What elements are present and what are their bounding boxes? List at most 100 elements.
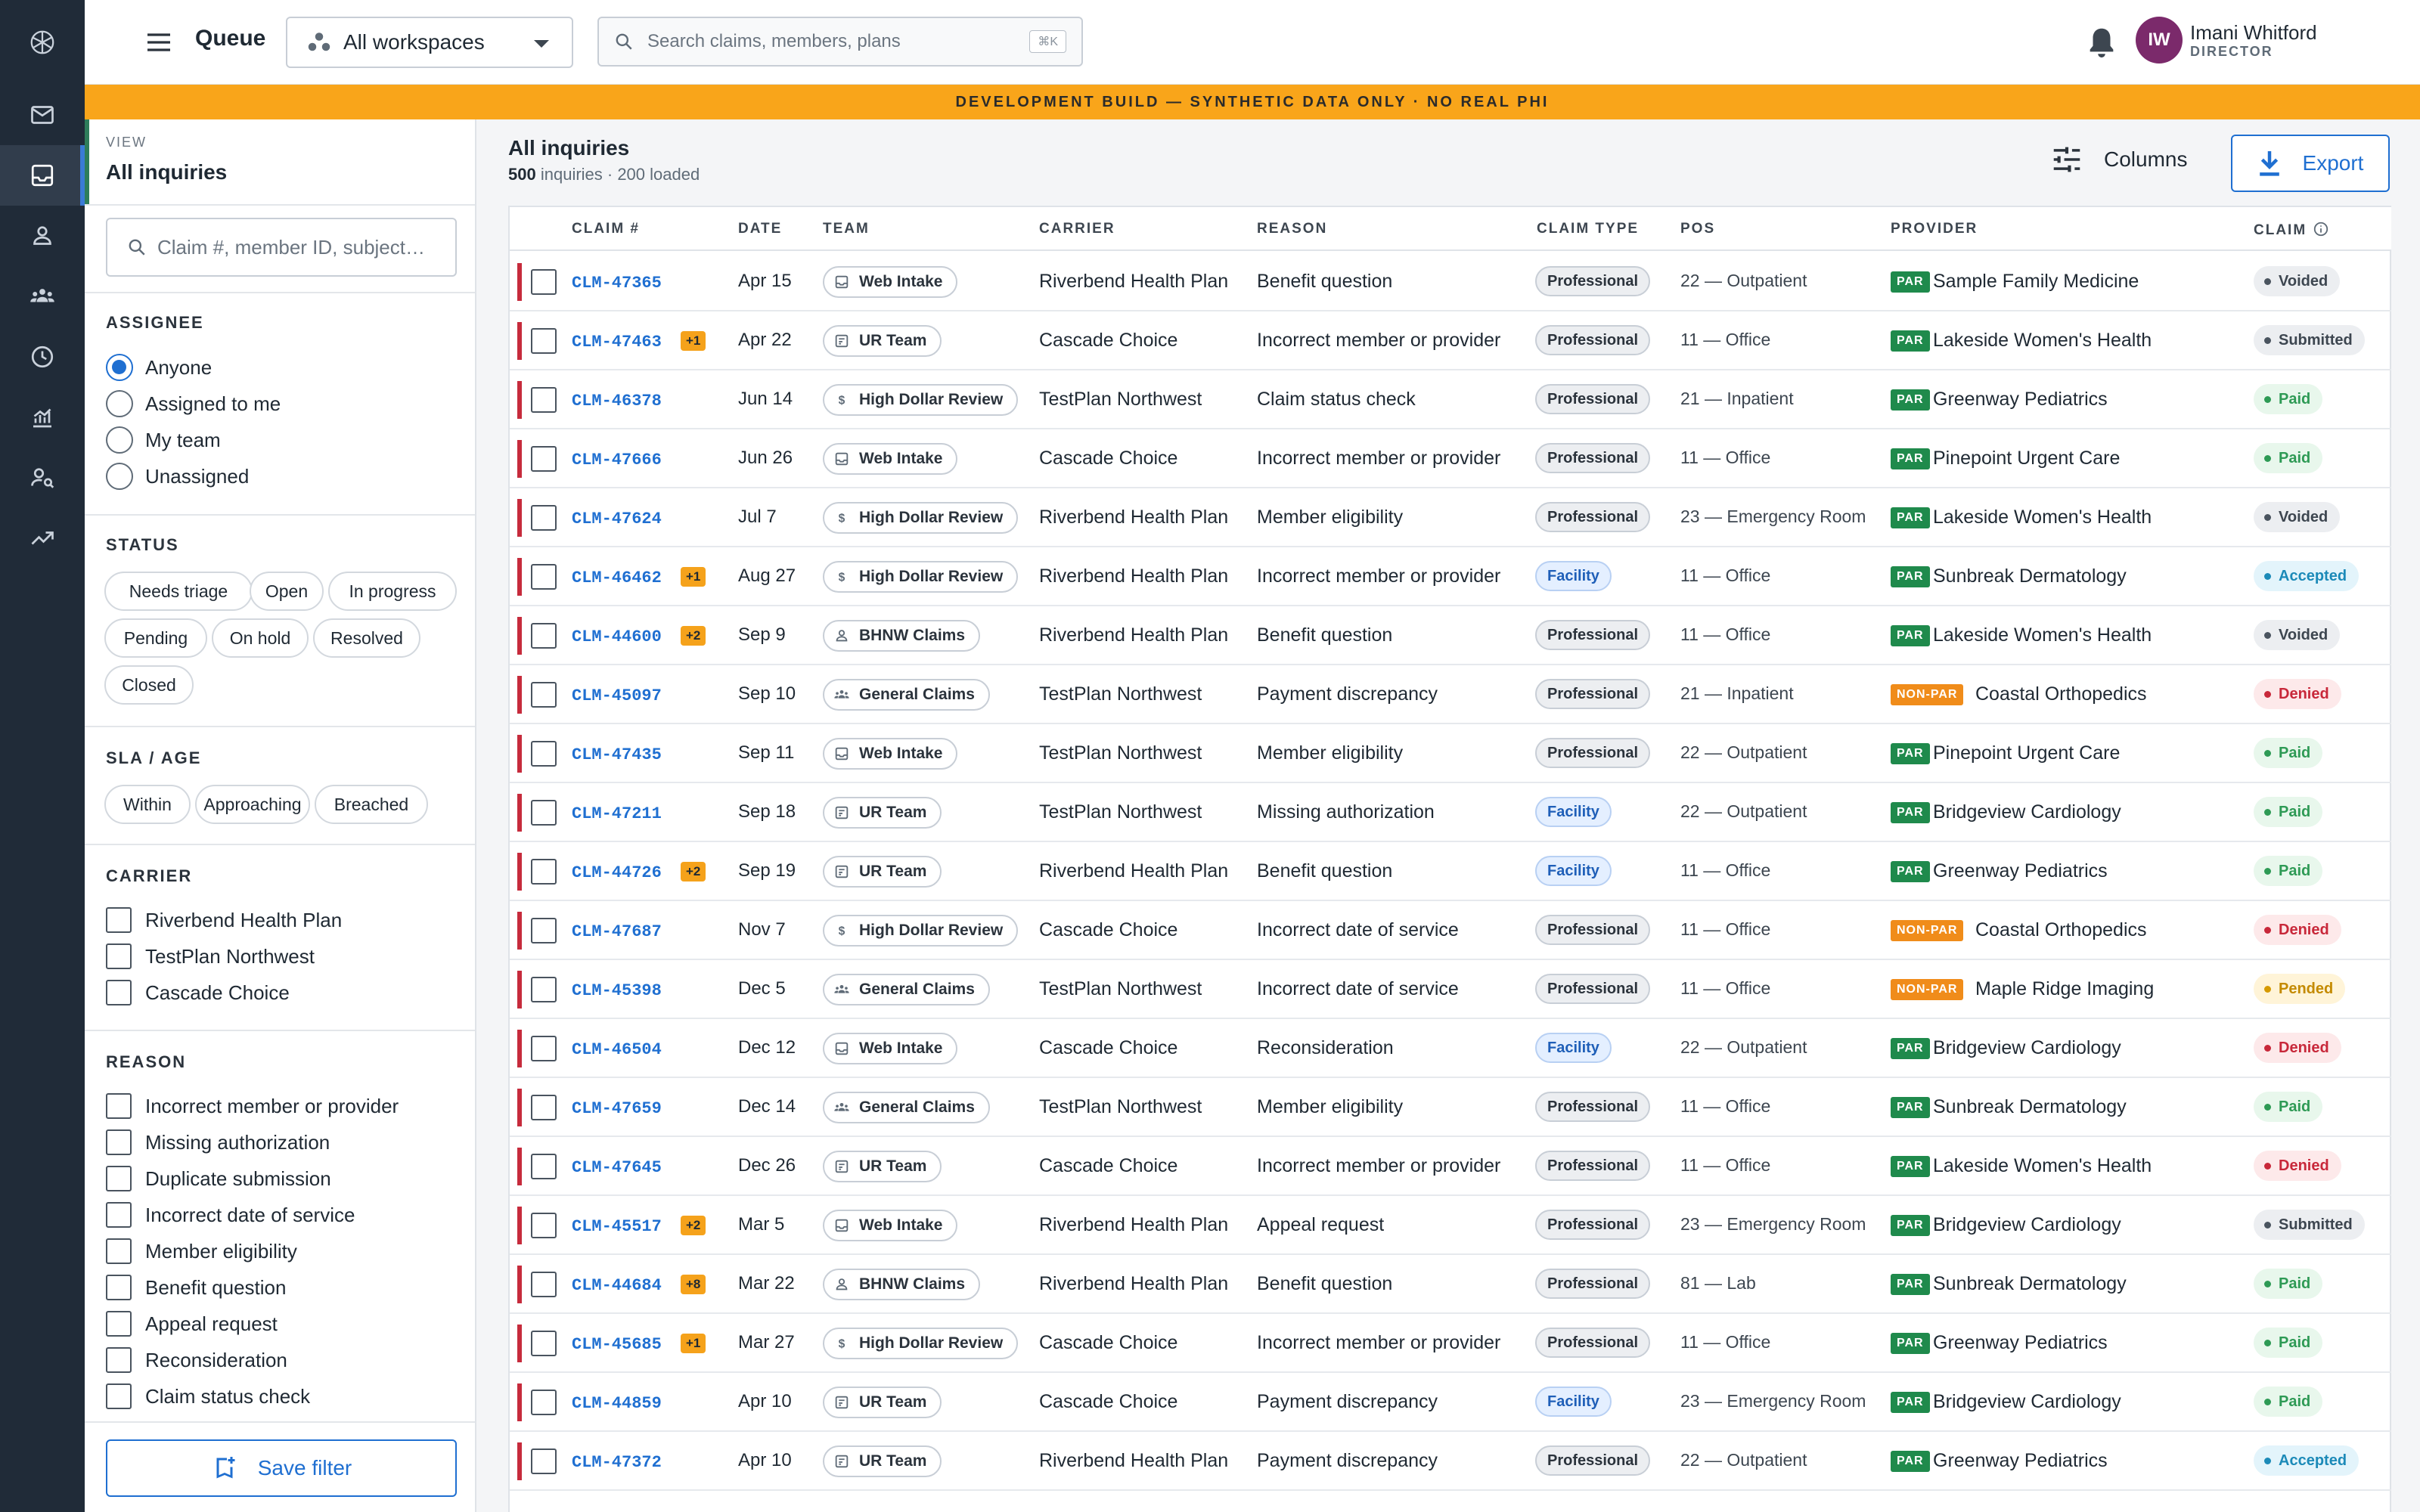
row-checkbox[interactable] — [531, 1154, 557, 1179]
row-checkbox[interactable] — [531, 1036, 557, 1061]
row-checkbox[interactable] — [531, 1213, 557, 1238]
reason-checkbox[interactable]: Missing authorization — [106, 1128, 330, 1157]
table-row[interactable]: CLM-47624 Jul 7 $ High Dollar Review Riverbe… — [510, 488, 2391, 547]
status-chip-closed[interactable]: Closed — [104, 665, 194, 705]
row-checkbox[interactable] — [531, 564, 557, 590]
claim-link[interactable]: CLM-47365 — [572, 274, 662, 293]
table-row[interactable]: CLM-45097 Sep 10 General Claims TestPlan No… — [510, 665, 2391, 724]
table-row[interactable]: CLM-47365 Apr 15 Web Intake Riverbend Healt… — [510, 253, 2391, 311]
reason-checkbox[interactable]: Member eligibility — [106, 1237, 297, 1266]
claim-link[interactable]: CLM-47435 — [572, 745, 662, 764]
notifications-bell-icon[interactable] — [2084, 23, 2119, 60]
row-checkbox[interactable] — [531, 1095, 557, 1120]
table-row[interactable]: CLM-45685 +1 Mar 27 $ High Dollar Review Casc… — [510, 1314, 2391, 1373]
claim-link[interactable]: CLM-46462 — [572, 569, 662, 587]
claim-link[interactable]: CLM-45517 — [572, 1217, 662, 1236]
column-header-date[interactable]: DATE — [738, 221, 782, 237]
claim-link[interactable]: CLM-45398 — [572, 981, 662, 1000]
table-row[interactable]: CLM-47211 Sep 18 UR Team TestPlan Northwest… — [510, 783, 2391, 842]
table-row[interactable]: CLM-46378 Jun 14 $ High Dollar Review TestPl… — [510, 370, 2391, 429]
assignee-radio-assigned-to-me[interactable]: Assigned to me — [106, 389, 281, 419]
assignee-radio-anyone[interactable]: Anyone — [106, 352, 212, 383]
table-row[interactable]: CLM-47463 +1 Apr 22 UR Team Cascade Choice In… — [510, 311, 2391, 370]
analytics-icon[interactable] — [0, 387, 85, 448]
status-chip-needs-triage[interactable]: Needs triage — [104, 572, 253, 611]
workspace-select[interactable]: All workspaces — [286, 17, 573, 68]
table-row[interactable]: CLM-47666 Jun 26 Web Intake Cascade Choice I… — [510, 429, 2391, 488]
table-row[interactable]: CLM-46462 +1 Aug 27 $ High Dollar Review Rive… — [510, 547, 2391, 606]
row-checkbox[interactable] — [531, 328, 557, 354]
current-view[interactable]: VIEW All inquiries — [85, 119, 475, 204]
claim-link[interactable]: CLM-45685 — [572, 1335, 662, 1354]
reason-checkbox[interactable]: Incorrect date of service — [106, 1201, 355, 1229]
row-checkbox[interactable] — [531, 977, 557, 1002]
row-checkbox[interactable] — [531, 859, 557, 885]
status-chip-resolved[interactable]: Resolved — [313, 618, 420, 658]
reason-checkbox[interactable]: Incorrect member or provider — [106, 1092, 399, 1120]
sla-chip-within[interactable]: Within — [104, 785, 191, 824]
reason-checkbox[interactable]: Claim status check — [106, 1382, 310, 1411]
sla-chip-breached[interactable]: Breached — [315, 785, 428, 824]
table-row[interactable]: CLM-47372 Apr 10 UR Team Riverbend Health P… — [510, 1432, 2391, 1491]
assignee-radio-unassigned[interactable]: Unassigned — [106, 461, 249, 491]
person-icon[interactable] — [0, 206, 85, 266]
reason-checkbox[interactable]: Reconsideration — [106, 1346, 287, 1374]
table-row[interactable]: CLM-47687 Nov 7 $ High Dollar Review Cascade… — [510, 901, 2391, 960]
reason-checkbox[interactable]: Benefit question — [106, 1273, 286, 1302]
status-chip-pending[interactable]: Pending — [104, 618, 207, 658]
claim-link[interactable]: CLM-44726 — [572, 863, 662, 882]
claim-link[interactable]: CLM-47211 — [572, 804, 662, 823]
column-header-claim-status[interactable]: CLAIM — [2254, 221, 2329, 239]
column-header-carrier[interactable]: CARRIER — [1039, 221, 1115, 237]
table-row[interactable]: CLM-45517 +2 Mar 5 Web Intake Riverbend Heal… — [510, 1196, 2391, 1255]
export-button[interactable]: Export — [2231, 135, 2390, 192]
group-icon[interactable] — [0, 266, 85, 327]
column-header-claim[interactable]: CLAIM # — [572, 221, 640, 237]
user-search-icon[interactable] — [0, 448, 85, 508]
row-checkbox[interactable] — [531, 1272, 557, 1297]
row-checkbox[interactable] — [531, 1448, 557, 1474]
hamburger-menu-icon[interactable] — [144, 27, 174, 57]
row-checkbox[interactable] — [531, 800, 557, 826]
row-checkbox[interactable] — [531, 1331, 557, 1356]
claim-link[interactable]: CLM-47372 — [572, 1453, 662, 1472]
claim-link[interactable]: CLM-47659 — [572, 1099, 662, 1118]
claim-link[interactable]: CLM-44859 — [572, 1394, 662, 1413]
column-header-claim-type[interactable]: CLAIM TYPE — [1537, 221, 1639, 237]
table-row[interactable]: CLM-47645 Dec 26 UR Team Cascade Choice Inco… — [510, 1137, 2391, 1196]
column-header-provider[interactable]: PROVIDER — [1891, 221, 1978, 237]
table-row[interactable]: CLM-44726 +2 Sep 19 UR Team Riverbend Health… — [510, 842, 2391, 901]
claim-link[interactable]: CLM-47687 — [572, 922, 662, 941]
row-checkbox[interactable] — [531, 1390, 557, 1415]
table-row[interactable]: CLM-44859 Apr 10 UR Team Cascade Choice Paym… — [510, 1373, 2391, 1432]
claim-link[interactable]: CLM-46504 — [572, 1040, 662, 1059]
user-avatar[interactable]: IW — [2136, 17, 2183, 64]
column-header-pos[interactable]: POS — [1680, 221, 1715, 237]
row-checkbox[interactable] — [531, 446, 557, 472]
assignee-radio-my-team[interactable]: My team — [106, 425, 221, 455]
column-header-reason[interactable]: REASON — [1257, 221, 1327, 237]
row-checkbox[interactable] — [531, 741, 557, 767]
row-checkbox[interactable] — [531, 682, 557, 708]
clock-icon[interactable] — [0, 327, 85, 387]
row-checkbox[interactable] — [531, 623, 557, 649]
column-header-team[interactable]: TEAM — [823, 221, 870, 237]
claim-link[interactable]: CLM-47666 — [572, 451, 662, 469]
status-chip-open[interactable]: Open — [250, 572, 324, 611]
columns-button[interactable]: Columns — [2051, 145, 2187, 174]
info-icon[interactable] — [2313, 221, 2329, 237]
carrier-checkbox-testplan[interactable]: TestPlan Northwest — [106, 942, 315, 971]
claim-link[interactable]: CLM-45097 — [572, 686, 662, 705]
row-checkbox[interactable] — [531, 387, 557, 413]
claim-link[interactable]: CLM-47645 — [572, 1158, 662, 1177]
row-checkbox[interactable] — [531, 505, 557, 531]
claim-link[interactable]: CLM-46378 — [572, 392, 662, 411]
mail-icon[interactable] — [0, 85, 85, 145]
table-row[interactable]: CLM-46504 Dec 12 Web Intake Cascade Choice R… — [510, 1019, 2391, 1078]
reason-checkbox[interactable]: Duplicate submission — [106, 1164, 331, 1193]
claim-link[interactable]: CLM-44600 — [572, 627, 662, 646]
save-filter-button[interactable]: Save filter — [106, 1439, 457, 1497]
filter-search-input[interactable]: Claim #, member ID, subject… — [106, 218, 457, 277]
row-checkbox[interactable] — [531, 918, 557, 943]
inbox-icon[interactable] — [0, 145, 85, 206]
